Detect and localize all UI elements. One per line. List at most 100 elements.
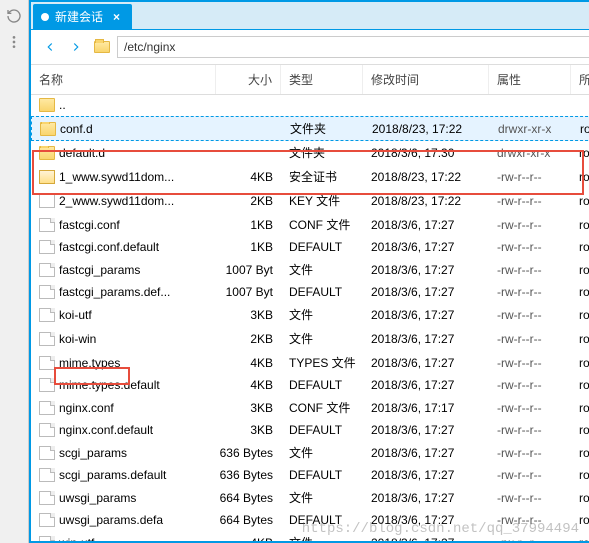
file-row[interactable]: nginx.conf3KBCONF 文件2018/3/6, 17:17-rw-r… <box>31 396 589 420</box>
file-row[interactable]: mime.types.default4KBDEFAULT2018/3/6, 17… <box>31 375 589 396</box>
file-size: 4KB <box>216 356 281 370</box>
file-modified: 2018/3/6, 17:27 <box>363 285 489 299</box>
file-icon <box>39 536 55 542</box>
session-tab[interactable]: 新建会话 × <box>33 4 132 29</box>
file-type: 文件 <box>281 330 363 347</box>
file-icon <box>39 218 55 232</box>
file-modified: 2018/3/6, 17:27 <box>363 240 489 254</box>
file-modified: 2018/8/23, 17:22 <box>363 170 489 184</box>
tab-bar: 新建会话 × <box>31 2 589 30</box>
file-row[interactable]: .. <box>31 95 589 116</box>
file-size: 2KB <box>216 194 281 208</box>
file-icon <box>39 446 55 460</box>
file-row[interactable]: default.d文件夹2018/3/6, 17:30drwxr-xr-xro <box>31 141 589 165</box>
file-type: DEFAULT <box>281 240 363 254</box>
file-owner: ro <box>571 263 589 277</box>
file-type: 安全证书 <box>281 168 363 185</box>
file-owner: ro <box>571 218 589 232</box>
file-type: 文件 <box>281 489 363 506</box>
file-size: 3KB <box>216 401 281 415</box>
file-size: 1007 Byt <box>216 263 281 277</box>
file-name: win-utf <box>59 536 94 542</box>
file-type: TYPES 文件 <box>281 354 363 371</box>
file-row[interactable]: conf.d文件夹2018/8/23, 17:22drwxr-xr-xro <box>31 116 589 141</box>
file-list: 名称 大小 类型 修改时间 属性 所 ..conf.d文件夹2018/8/23,… <box>31 65 589 541</box>
file-name: fastcgi_params.def... <box>59 285 170 299</box>
file-row[interactable]: fastcgi.conf.default1KBDEFAULT2018/3/6, … <box>31 237 589 258</box>
file-owner: ro <box>571 332 589 346</box>
file-name: nginx.conf.default <box>59 423 153 437</box>
file-row[interactable]: fastcgi_params.def... 1007 BytDEFAULT2018… <box>31 282 589 303</box>
file-modified: 2018/3/6, 17:30 <box>363 146 489 160</box>
file-attrs: -rw-r--r-- <box>489 401 571 415</box>
forward-button[interactable] <box>65 36 87 58</box>
file-row[interactable]: koi-win2KB文件2018/3/6, 17:27-rw-r--r--ro <box>31 327 589 351</box>
file-row[interactable]: win-utf4KB文件2018/3/6, 17:27-rw-r--r--ro <box>31 531 589 541</box>
file-name: scgi_params <box>59 446 127 460</box>
tab-label: 新建会话 <box>55 8 103 25</box>
file-type: DEFAULT <box>281 378 363 392</box>
file-row[interactable]: fastcgi_params1007 Byt文件2018/3/6, 17:27-… <box>31 258 589 282</box>
file-attrs: -rw-r--r-- <box>489 536 571 542</box>
file-size: 1007 Byt <box>216 285 281 299</box>
file-modified: 2018/3/6, 17:27 <box>363 446 489 460</box>
file-row[interactable]: nginx.conf.default3KBDEFAULT2018/3/6, 17… <box>31 420 589 441</box>
sidebar-refresh-button[interactable] <box>0 4 28 28</box>
file-modified: 2018/3/6, 17:27 <box>363 332 489 346</box>
file-type: DEFAULT <box>281 285 363 299</box>
back-button[interactable] <box>39 36 61 58</box>
file-size: 1KB <box>216 240 281 254</box>
file-icon <box>39 378 55 392</box>
sidebar-menu-button[interactable] <box>0 30 28 54</box>
file-owner: ro <box>571 308 589 322</box>
file-attrs: -rw-r--r-- <box>489 263 571 277</box>
file-type: CONF 文件 <box>281 399 363 416</box>
close-icon[interactable]: × <box>113 10 120 24</box>
file-attrs: -rw-r--r-- <box>489 308 571 322</box>
file-row[interactable]: koi-utf3KB文件2018/3/6, 17:27-rw-r--r--ro <box>31 303 589 327</box>
file-name: fastcgi_params <box>59 263 140 277</box>
file-row[interactable]: 2_www.sywd11dom...2KBKEY 文件2018/8/23, 17… <box>31 189 589 213</box>
column-name[interactable]: 名称 <box>31 65 216 94</box>
file-row[interactable]: mime.types4KBTYPES 文件2018/3/6, 17:27-rw-… <box>31 351 589 375</box>
folder-icon <box>40 122 56 136</box>
column-size[interactable]: 大小 <box>216 65 281 94</box>
column-attrs[interactable]: 属性 <box>489 65 571 94</box>
file-attrs: -rw-r--r-- <box>489 356 571 370</box>
file-owner: ro <box>571 170 589 184</box>
column-modified[interactable]: 修改时间 <box>363 65 489 94</box>
path-input[interactable] <box>117 36 589 58</box>
tab-status-icon <box>41 13 49 21</box>
file-modified: 2018/8/23, 17:22 <box>363 194 489 208</box>
file-type: 文件 <box>281 261 363 278</box>
file-name: fastcgi.conf <box>59 218 120 232</box>
file-modified: 2018/3/6, 17:27 <box>363 491 489 505</box>
file-row[interactable]: uwsgi_params664 Bytes文件2018/3/6, 17:27-r… <box>31 486 589 510</box>
column-type[interactable]: 类型 <box>281 65 363 94</box>
file-name: 2_www.sywd11dom... <box>59 194 174 208</box>
column-owner[interactable]: 所 <box>571 65 589 94</box>
file-size: 3KB <box>216 423 281 437</box>
file-owner: ro <box>571 513 589 527</box>
file-size: 664 Bytes <box>216 513 281 527</box>
file-modified: 2018/3/6, 17:17 <box>363 401 489 415</box>
file-owner: ro <box>571 401 589 415</box>
file-icon <box>39 356 55 370</box>
folder-icon <box>91 36 113 58</box>
key-icon <box>39 194 55 208</box>
file-owner: ro <box>571 194 589 208</box>
file-type: CONF 文件 <box>281 216 363 233</box>
file-owner: ro <box>571 240 589 254</box>
file-icon <box>39 308 55 322</box>
file-row[interactable]: 1_www.sywd11dom...4KB安全证书2018/8/23, 17:2… <box>31 165 589 189</box>
file-row[interactable]: scgi_params.default636 BytesDEFAULT2018/… <box>31 465 589 486</box>
file-row[interactable]: fastcgi.conf1KBCONF 文件2018/3/6, 17:27-rw… <box>31 213 589 237</box>
file-row[interactable]: uwsgi_params.defa664 BytesDEFAULT2018/3/… <box>31 510 589 531</box>
file-name: 1_www.sywd11dom... <box>59 170 174 184</box>
file-owner: ro <box>571 356 589 370</box>
file-row[interactable]: scgi_params636 Bytes文件2018/3/6, 17:27-rw… <box>31 441 589 465</box>
file-attrs: -rw-r--r-- <box>489 240 571 254</box>
file-attrs: -rw-r--r-- <box>489 378 571 392</box>
file-type: 文件 <box>281 444 363 461</box>
file-type: 文件夹 <box>282 120 364 137</box>
